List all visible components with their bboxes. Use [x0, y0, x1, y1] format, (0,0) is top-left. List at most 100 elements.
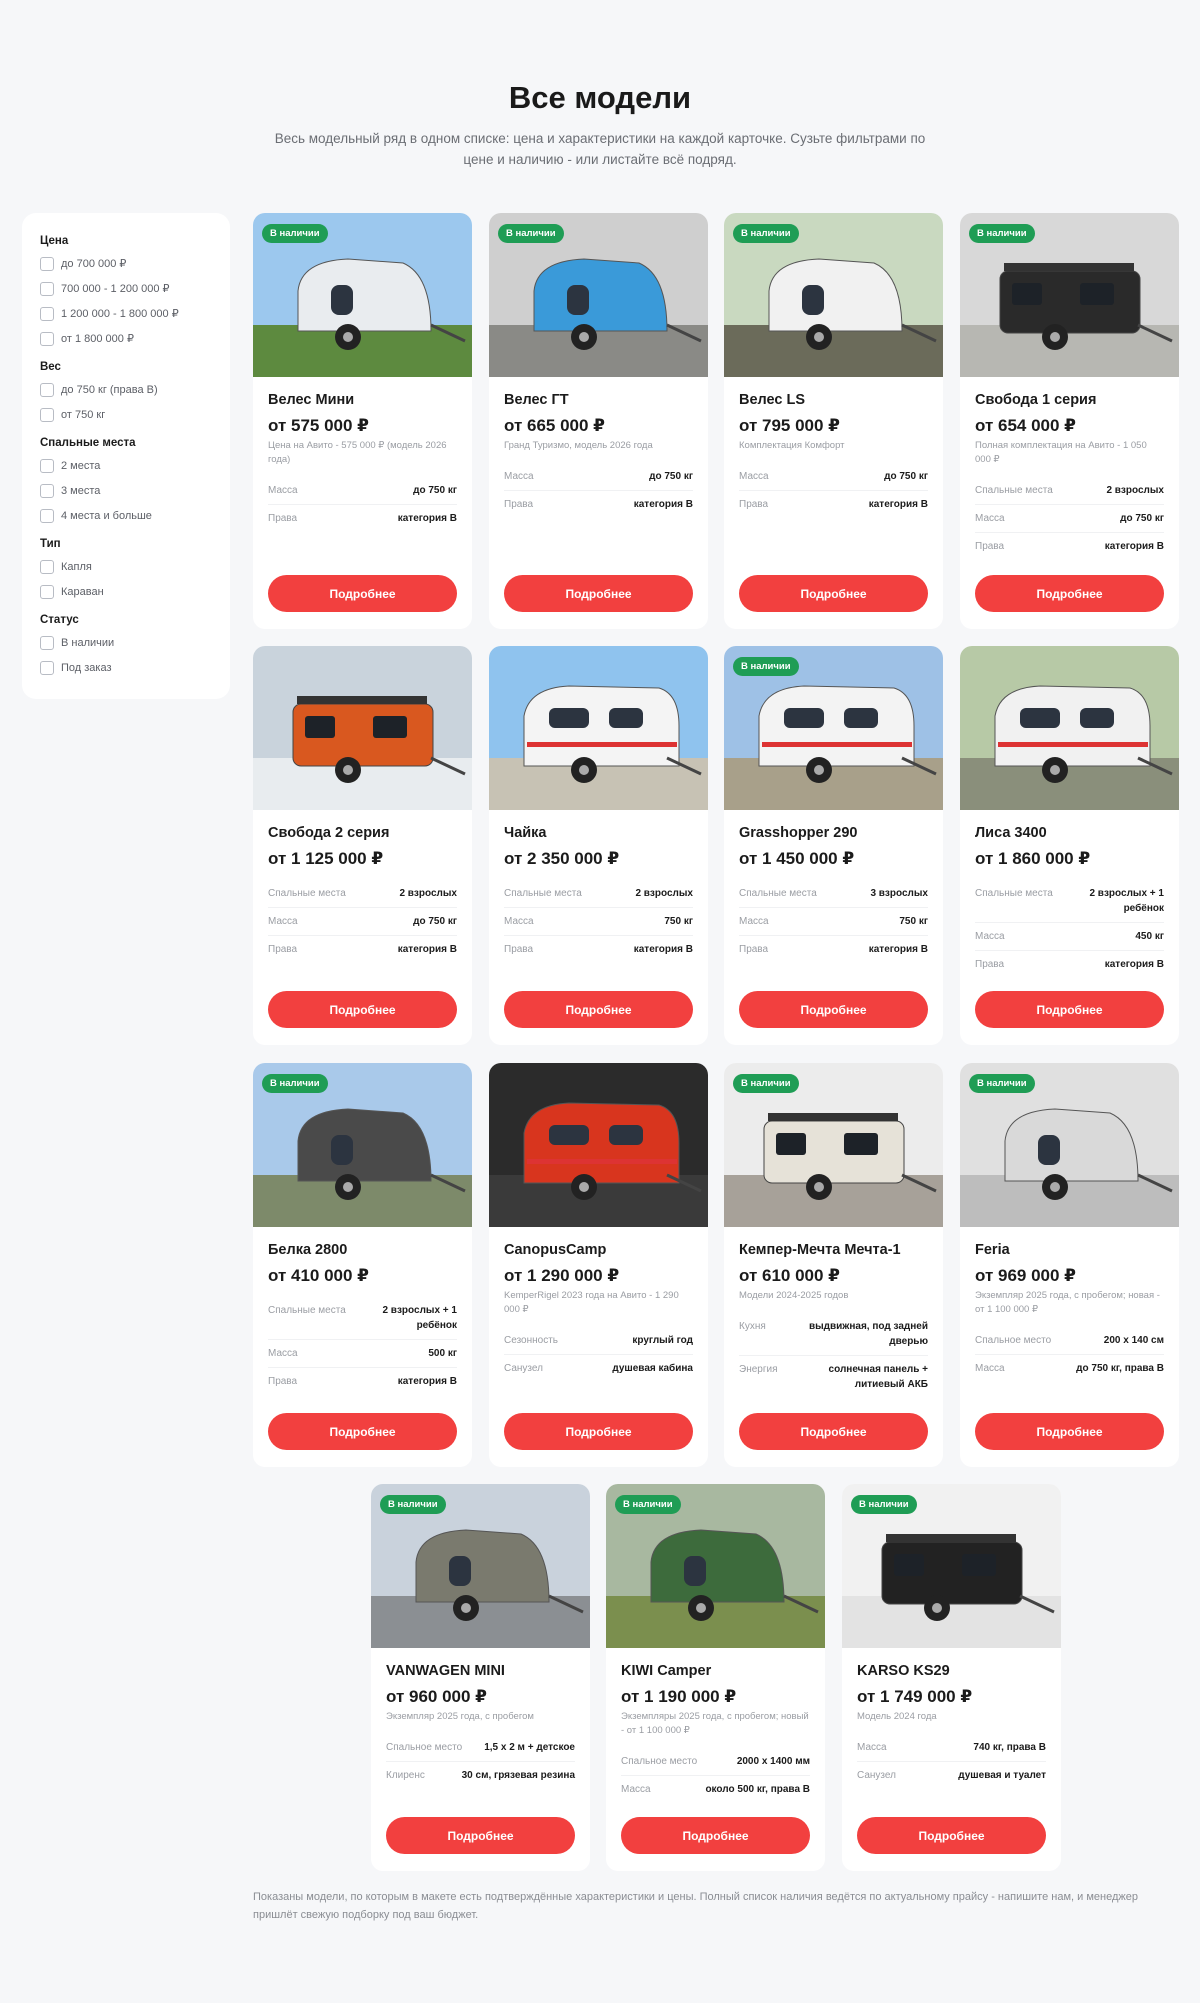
filter-berths-option-3[interactable]: 4 места и больше [40, 503, 212, 528]
card-title: CanopusCamp [504, 1242, 607, 1258]
spec-label: Масса [739, 471, 769, 482]
card-price: от 1 450 000 ₽ [739, 849, 855, 868]
filter-status-option-2[interactable]: Под заказ [40, 655, 212, 680]
trailer-photo[interactable] [960, 646, 1179, 810]
status-badge: В наличии [262, 1074, 328, 1093]
checkbox[interactable] [40, 306, 54, 321]
filter-group-title: Цена [40, 235, 69, 247]
spec-label: Права [739, 499, 769, 510]
spec-row: Масса до 750 кг [268, 477, 457, 505]
spec-value: до 750 кг [413, 916, 457, 927]
spec-row: Спальные места 2 взрослых [504, 880, 693, 908]
trailer-photo[interactable]: В наличии [606, 1484, 825, 1648]
model-card: В наличии Кемпер-Мечта Мечта-1 от 610 000 … [724, 1063, 943, 1467]
checkbox[interactable] [40, 281, 54, 296]
filter-type-option-2[interactable]: Караван [40, 579, 212, 604]
details-button[interactable]: Подробнее [975, 1413, 1164, 1450]
trailer-photo[interactable]: В наличии [253, 213, 472, 377]
spec-list: Кухня выдвижная, под задней дверью Энерг… [739, 1313, 928, 1398]
details-button[interactable]: Подробнее [268, 575, 457, 612]
spec-label: Масса [621, 1784, 651, 1795]
trailer-photo[interactable]: В наличии [253, 1063, 472, 1227]
filter-price-option-4[interactable]: от 1 800 000 ₽ [40, 326, 212, 351]
filter-price-option-1[interactable]: до 700 000 ₽ [40, 251, 212, 276]
spec-value: 500 кг [428, 1348, 457, 1359]
checkbox[interactable] [40, 331, 54, 346]
trailer-photo[interactable]: В наличии [489, 213, 708, 377]
trailer-photo[interactable] [489, 646, 708, 810]
spec-label: Масса [268, 916, 298, 927]
filter-option-label: Караван [61, 585, 104, 598]
details-button[interactable]: Подробнее [268, 1413, 457, 1450]
trailer-photo[interactable]: В наличии [724, 213, 943, 377]
spec-label: Права [739, 944, 769, 955]
checkbox[interactable] [40, 584, 54, 599]
spec-label: Спальные места [268, 1305, 346, 1316]
spec-value: круглый год [632, 1335, 693, 1346]
filter-berths-option-2[interactable]: 3 места [40, 478, 212, 503]
checkbox[interactable] [40, 508, 54, 523]
spec-row: Масса до 750 кг [739, 463, 928, 491]
model-card: В наличии Велес LS от 795 000 ₽ Комплектаци… [724, 213, 943, 629]
trailer-photo[interactable]: В наличии [724, 646, 943, 810]
details-button[interactable]: Подробнее [739, 575, 928, 612]
spec-label: Спальные места [739, 888, 817, 899]
model-card: В наличии VANWAGEN MINI от 960 000 ₽ Экземп… [371, 1484, 590, 1871]
card-price: от 969 000 ₽ [975, 1266, 1077, 1285]
checkbox[interactable] [40, 483, 54, 498]
spec-label: Кухня [739, 1321, 766, 1332]
spec-label: Права [504, 499, 534, 510]
trailer-photo[interactable]: В наличии [960, 1063, 1179, 1227]
spec-row: Энергия солнечная панель + литиевый АКБ [739, 1356, 928, 1398]
card-title: Feria [975, 1242, 1010, 1258]
card-title: Свобода 2 серия [268, 825, 390, 841]
checkbox[interactable] [40, 458, 54, 473]
checkbox[interactable] [40, 660, 54, 675]
filter-group-weight: Вес до 750 кг (права B) от 750 кг [40, 361, 212, 427]
spec-row: Спальное место 200 х 140 см [975, 1327, 1164, 1355]
filter-type-option-1[interactable]: Капля [40, 554, 212, 579]
details-button[interactable]: Подробнее [504, 991, 693, 1028]
model-card: Чайка от 2 350 000 ₽ Спальные места 2 взр… [489, 646, 708, 1045]
spec-value: категория B [397, 1376, 457, 1387]
filter-weight-option-1[interactable]: до 750 кг (права B) [40, 377, 212, 402]
card-price: от 610 000 ₽ [739, 1266, 841, 1285]
spec-row: Спальные места 2 взрослых + 1 ребёнок [975, 880, 1164, 923]
trailer-photo[interactable] [489, 1063, 708, 1227]
checkbox[interactable] [40, 559, 54, 574]
details-button[interactable]: Подробнее [504, 1413, 693, 1450]
spec-label: Санузел [504, 1363, 543, 1374]
checkbox[interactable] [40, 256, 54, 271]
filter-price-option-2[interactable]: 700 000 - 1 200 000 ₽ [40, 276, 212, 301]
status-badge: В наличии [969, 1074, 1035, 1093]
checkbox[interactable] [40, 407, 54, 422]
details-button[interactable]: Подробнее [621, 1817, 810, 1854]
checkbox[interactable] [40, 382, 54, 397]
filter-weight-option-2[interactable]: от 750 кг [40, 402, 212, 427]
details-button[interactable]: Подробнее [857, 1817, 1046, 1854]
details-button[interactable]: Подробнее [268, 991, 457, 1028]
details-button[interactable]: Подробнее [739, 991, 928, 1028]
trailer-photo[interactable]: В наличии [960, 213, 1179, 377]
details-button[interactable]: Подробнее [975, 575, 1164, 612]
card-title: Чайка [504, 825, 547, 841]
card-title: Белка 2800 [268, 1242, 348, 1258]
trailer-photo[interactable] [253, 646, 472, 810]
spec-label: Спальное место [621, 1756, 698, 1767]
filter-status-option-1[interactable]: В наличии [40, 630, 212, 655]
details-button[interactable]: Подробнее [504, 575, 693, 612]
spec-label: Спальные места [975, 485, 1053, 496]
model-card: Свобода 2 серия от 1 125 000 ₽ Спальные м… [253, 646, 472, 1045]
details-button[interactable]: Подробнее [386, 1817, 575, 1854]
filter-price-option-3[interactable]: 1 200 000 - 1 800 000 ₽ [40, 301, 212, 326]
checkbox[interactable] [40, 635, 54, 650]
spec-value: категория B [868, 944, 928, 955]
spec-row: Масса до 750 кг [268, 908, 457, 936]
details-button[interactable]: Подробнее [739, 1413, 928, 1450]
details-button[interactable]: Подробнее [975, 991, 1164, 1028]
trailer-photo[interactable]: В наличии [724, 1063, 943, 1227]
trailer-photo[interactable]: В наличии [371, 1484, 590, 1648]
filter-berths-option-1[interactable]: 2 места [40, 453, 212, 478]
trailer-photo[interactable]: В наличии [842, 1484, 1061, 1648]
spec-value: солнечная панель + литиевый АКБ [828, 1364, 928, 1390]
